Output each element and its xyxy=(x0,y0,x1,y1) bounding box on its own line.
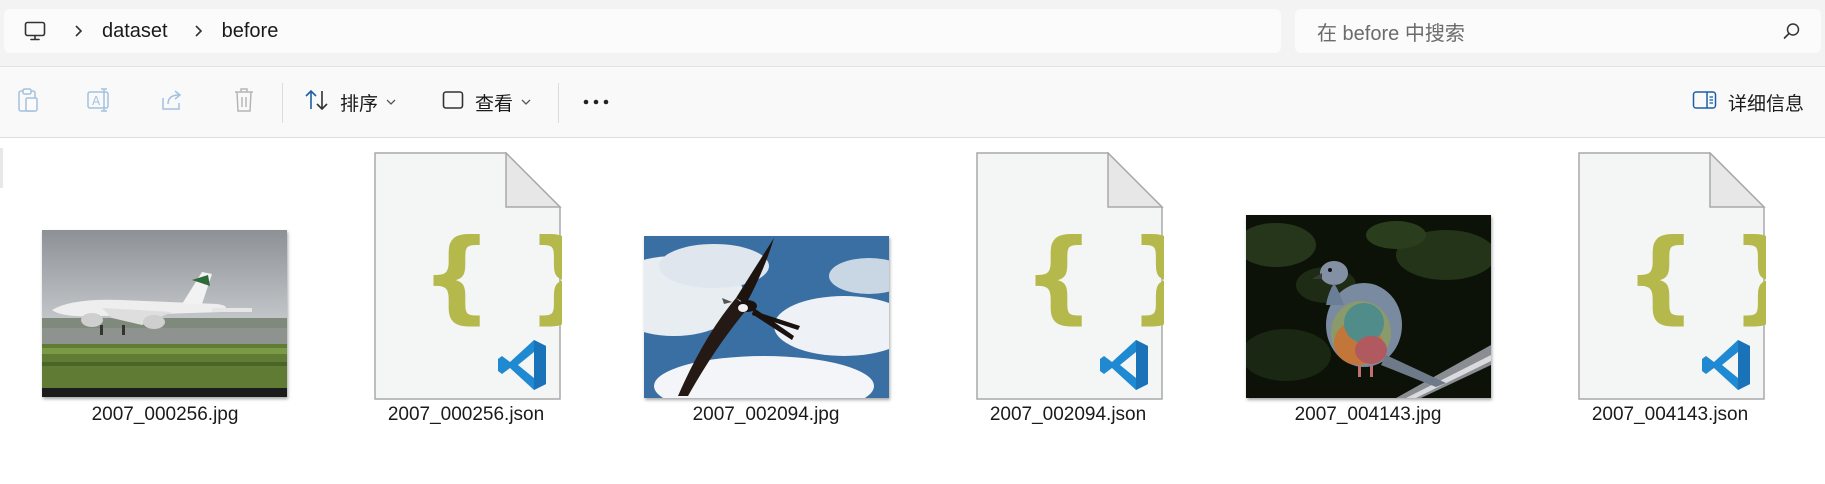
address-row: dataset before 在 before 中搜索 xyxy=(0,0,1825,67)
file-name: 2007_004143.json xyxy=(1591,404,1749,425)
svg-text:{ }: { } xyxy=(1023,217,1164,334)
rename-button[interactable]: A xyxy=(80,80,120,124)
file-item[interactable]: 2007_004143.jpg xyxy=(1218,138,1518,438)
sort-label: 排序 xyxy=(340,93,379,115)
share-icon xyxy=(159,88,185,117)
file-item[interactable]: 2007_002094.jpg xyxy=(616,138,916,438)
trash-icon xyxy=(233,87,255,118)
view-icon xyxy=(441,89,465,116)
svg-text:A: A xyxy=(92,94,101,108)
details-pane-icon xyxy=(1692,90,1718,115)
file-name: 2007_000256.jpg xyxy=(91,404,239,425)
search-box[interactable]: 在 before 中搜索 xyxy=(1295,9,1821,53)
chevron-right-icon[interactable] xyxy=(70,23,86,39)
command-bar: A 排序 查看 详细信息 xyxy=(0,67,1825,138)
file-grid: 2007_000256.jpg { } 2007_000256.json xyxy=(0,138,1825,484)
image-thumbnail xyxy=(1246,215,1491,398)
details-pane-button[interactable]: 详细信息 xyxy=(1692,80,1812,124)
chevron-down-icon xyxy=(521,99,531,105)
delete-button[interactable] xyxy=(226,80,262,124)
rename-icon: A xyxy=(86,87,114,118)
file-name: 2007_002094.json xyxy=(989,404,1147,425)
file-thumbnail[interactable] xyxy=(1218,148,1518,398)
file-thumbnail[interactable] xyxy=(15,148,315,398)
chevron-down-icon xyxy=(386,99,396,105)
sort-icon xyxy=(304,88,330,117)
file-name: 2007_004143.jpg xyxy=(1294,404,1442,425)
search-input[interactable]: 在 before 中搜索 xyxy=(1317,17,1781,46)
more-button[interactable] xyxy=(578,80,614,124)
breadcrumb[interactable]: dataset before xyxy=(4,9,1281,53)
file-name: 2007_002094.jpg xyxy=(692,404,840,425)
toolbar-divider xyxy=(558,83,559,123)
chevron-right-icon[interactable] xyxy=(190,23,206,39)
sort-button[interactable]: 排序 xyxy=(304,80,404,124)
file-item[interactable]: { } 2007_004143.json xyxy=(1520,138,1820,438)
image-thumbnail xyxy=(42,230,287,397)
json-file-icon: { } xyxy=(976,152,1164,400)
more-icon xyxy=(582,93,610,111)
file-thumbnail[interactable]: { } xyxy=(918,148,1218,400)
toolbar-divider xyxy=(282,83,283,123)
svg-text:{ }: { } xyxy=(421,217,562,334)
file-thumbnail[interactable]: { } xyxy=(1520,148,1820,400)
file-item[interactable]: 2007_000256.jpg xyxy=(15,138,315,438)
file-item[interactable]: { } 2007_002094.json xyxy=(918,138,1218,438)
file-thumbnail[interactable] xyxy=(616,148,916,398)
json-file-icon: { } xyxy=(1578,152,1766,400)
json-file-icon: { } xyxy=(374,152,562,400)
details-pane-label: 详细信息 xyxy=(1728,93,1805,115)
breadcrumb-item-before[interactable]: before xyxy=(222,20,279,43)
file-item[interactable]: { } 2007_000256.json xyxy=(316,138,616,438)
file-thumbnail[interactable]: { } xyxy=(316,148,616,400)
view-label: 查看 xyxy=(475,93,514,115)
clipboard-icon xyxy=(16,87,40,118)
image-thumbnail xyxy=(644,236,889,398)
view-button[interactable]: 查看 xyxy=(441,80,541,124)
paste-button[interactable] xyxy=(10,80,46,124)
svg-text:{ }: { } xyxy=(1625,217,1766,334)
search-icon[interactable] xyxy=(1781,20,1803,42)
share-button[interactable] xyxy=(152,80,192,124)
breadcrumb-item-dataset[interactable]: dataset xyxy=(102,20,168,43)
file-name: 2007_000256.json xyxy=(387,404,545,425)
scrollbar[interactable] xyxy=(0,148,3,188)
computer-icon[interactable] xyxy=(22,18,48,44)
